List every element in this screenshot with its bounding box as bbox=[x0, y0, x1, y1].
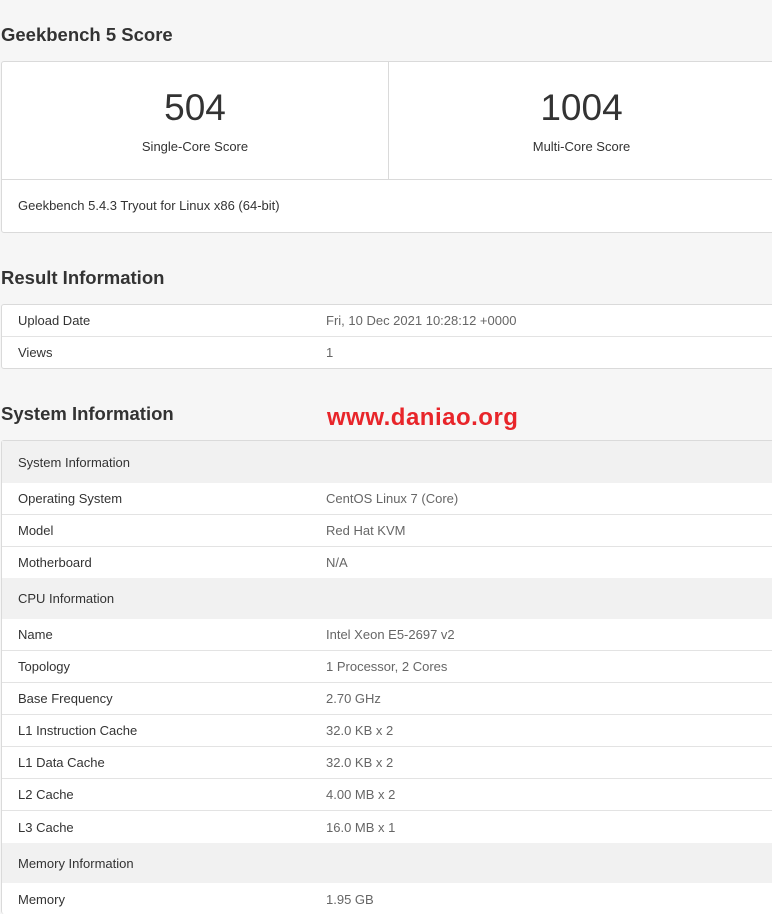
row-value-views: 1 bbox=[326, 345, 334, 360]
table-row: L3 Cache 16.0 MB x 1 bbox=[2, 811, 772, 843]
row-label-topology: Topology bbox=[18, 659, 71, 674]
multi-core-cell: 1004 Multi-Core Score bbox=[388, 62, 772, 179]
row-value-motherboard: N/A bbox=[326, 555, 348, 570]
row-label-l1-instruction-cache: L1 Instruction Cache bbox=[18, 723, 138, 738]
table-row: Model Red Hat KVM bbox=[2, 515, 772, 547]
row-label-model: Model bbox=[18, 523, 54, 538]
row-value-l2-cache: 4.00 MB x 2 bbox=[326, 787, 396, 802]
single-core-label: Single-Core Score bbox=[141, 139, 249, 154]
row-label-cpu-name: Name bbox=[18, 627, 53, 642]
table-row: Name Intel Xeon E5-2697 v2 bbox=[2, 619, 772, 651]
score-row: 504 Single-Core Score 1004 Multi-Core Sc… bbox=[2, 62, 772, 180]
table-row: L1 Data Cache 32.0 KB x 2 bbox=[2, 747, 772, 779]
single-core-score: 504 bbox=[164, 87, 226, 128]
table-row: Topology 1 Processor, 2 Cores bbox=[2, 651, 772, 683]
row-label-motherboard: Motherboard bbox=[18, 555, 92, 570]
group-header-memory: Memory Information bbox=[2, 843, 772, 883]
table-row: Operating System CentOS Linux 7 (Core) bbox=[2, 483, 772, 515]
single-core-cell: 504 Single-Core Score bbox=[2, 62, 388, 179]
row-value-l1-instruction-cache: 32.0 KB x 2 bbox=[326, 723, 394, 738]
row-value-topology: 1 Processor, 2 Cores bbox=[326, 659, 448, 674]
row-value-os: CentOS Linux 7 (Core) bbox=[326, 491, 459, 506]
watermark-text: www.daniao.org bbox=[327, 404, 519, 431]
score-card: 504 Single-Core Score 1004 Multi-Core Sc… bbox=[1, 61, 772, 233]
row-label-l3-cache: L3 Cache bbox=[18, 819, 74, 835]
table-row: L1 Instruction Cache 32.0 KB x 2 bbox=[2, 715, 772, 747]
table-row: Views 1 bbox=[2, 337, 772, 368]
row-label-upload-date: Upload Date bbox=[18, 313, 91, 328]
row-value-upload-date: Fri, 10 Dec 2021 10:28:12 +0000 bbox=[326, 313, 517, 328]
table-row: Upload Date Fri, 10 Dec 2021 10:28:12 +0… bbox=[2, 305, 772, 337]
row-value-l1-data-cache: 32.0 KB x 2 bbox=[326, 755, 394, 770]
score-section-title: Geekbench 5 Score bbox=[1, 24, 173, 45]
table-row: Motherboard N/A bbox=[2, 547, 772, 578]
row-label-base-frequency: Base Frequency bbox=[18, 691, 113, 706]
result-section-title: Result Information bbox=[1, 267, 165, 288]
geekbench-version: Geekbench 5.4.3 Tryout for Linux x86 (64… bbox=[18, 198, 280, 213]
group-header-cpu: CPU Information bbox=[2, 578, 772, 619]
table-row: L2 Cache 4.00 MB x 2 bbox=[2, 779, 772, 811]
row-value-cpu-name: Intel Xeon E5-2697 v2 bbox=[326, 627, 455, 642]
row-label-l1-data-cache: L1 Data Cache bbox=[18, 755, 105, 770]
row-value-model: Red Hat KVM bbox=[326, 523, 406, 538]
group-header-system: System Information bbox=[2, 441, 772, 483]
row-label-os: Operating System bbox=[18, 491, 123, 506]
multi-core-label: Multi-Core Score bbox=[532, 139, 631, 154]
table-row: Base Frequency 2.70 GHz bbox=[2, 683, 772, 715]
row-value-l3-cache: 16.0 MB x 1 bbox=[326, 819, 396, 835]
multi-core-score: 1004 bbox=[540, 87, 623, 128]
row-value-base-frequency: 2.70 GHz bbox=[326, 691, 381, 706]
row-label-memory: Memory bbox=[18, 891, 65, 907]
row-value-memory: 1.95 GB bbox=[326, 891, 374, 907]
geekbench-result-page: Geekbench 5 Score 504 Single-Core Score … bbox=[0, 0, 772, 914]
system-section-title: System Information bbox=[1, 403, 174, 424]
system-info-table: System Information Operating System Cent… bbox=[1, 440, 772, 914]
table-row: Memory 1.95 GB bbox=[2, 883, 772, 914]
result-info-table: Upload Date Fri, 10 Dec 2021 10:28:12 +0… bbox=[1, 304, 772, 369]
row-label-views: Views bbox=[18, 345, 53, 360]
row-label-l2-cache: L2 Cache bbox=[18, 787, 74, 802]
